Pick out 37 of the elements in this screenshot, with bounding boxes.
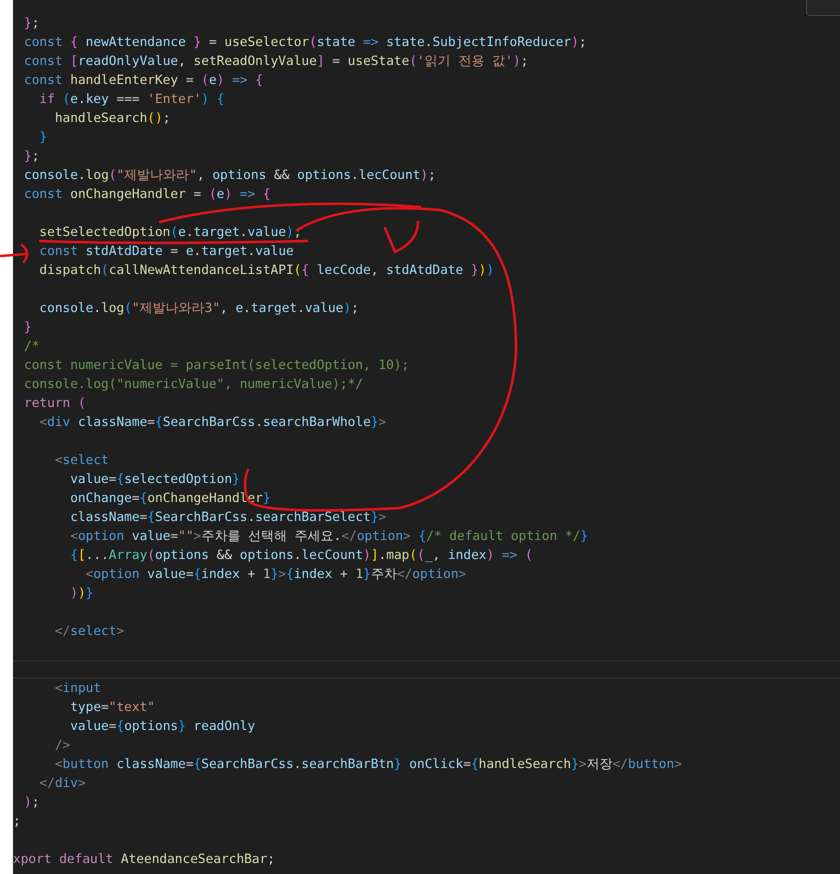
code-line: const stdAtdDate = e.target.value [38,243,294,261]
code-line: }; [24,148,40,166]
code-line: const { newAttendance } = useSelector(state => state.SubjectInfoReducer); [24,34,587,52]
code-line: <button className={SearchBarCss.searchBarBtn} onClick={handleSearch}>저장</button> [54,756,682,774]
code-line: value={options} readOnly [69,718,256,736]
code-line: <select [54,452,109,470]
code-line: const handleEnterKey = (e) => { [24,72,263,90]
code-line: console.log("제발나와라3", e.target.value); [38,300,359,318]
code-line: const onChangeHandler = (e) => { [24,186,271,204]
code-line: } [24,319,32,337]
code-line: xport default AteendanceSearchBar; [13,851,275,869]
code-line: {[...Array(options && options.lecCount)].map((_, index) => ( [69,547,533,565]
code-line: if (e.key === 'Enter') { [38,91,224,109]
code-line: value={selectedOption} [69,471,240,489]
code-line: /* [24,338,40,356]
code-line: className={SearchBarCss.searchBarSelect}> [69,509,386,527]
code-line: </select> [54,623,124,641]
code-line: ))} [69,585,94,603]
code-line: handleSearch(); [54,110,170,128]
code-line: <input [54,680,102,698]
editor-toolbar-widget[interactable] [806,0,840,16]
code-line: <div className={SearchBarCss.searchBarWhole}> [38,414,386,432]
code-line: ; [13,813,21,831]
code-line: </div> [38,775,86,793]
code-line: type="text" [69,699,155,717]
code-line: }; [24,15,40,33]
code-line: const numericValue = parseInt(selectedOption, 10); [24,357,410,375]
code-line: console.log("제발나와라", options && options.lecCount); [24,167,436,185]
code-line: ); [24,794,40,812]
code-line: <option value={index + 1}>{index + 1}주차</option> [84,566,466,584]
code-line: } [38,129,48,147]
code-line: dispatch(callNewAttendanceListAPI({ lecCode, stdAtdDate })) [38,262,494,280]
code-line: console.log("numericValue", numericValue);*/ [24,376,363,394]
code-line: <option value="">주차를 선택해 주세요.</option> {/* default option */} [69,528,588,546]
code-line: return ( [24,395,86,413]
code-line: /> [54,737,70,755]
code-line: const [readOnlyValue, setReadOnlyValue] = useState('읽기 전용 값'); [24,53,528,71]
